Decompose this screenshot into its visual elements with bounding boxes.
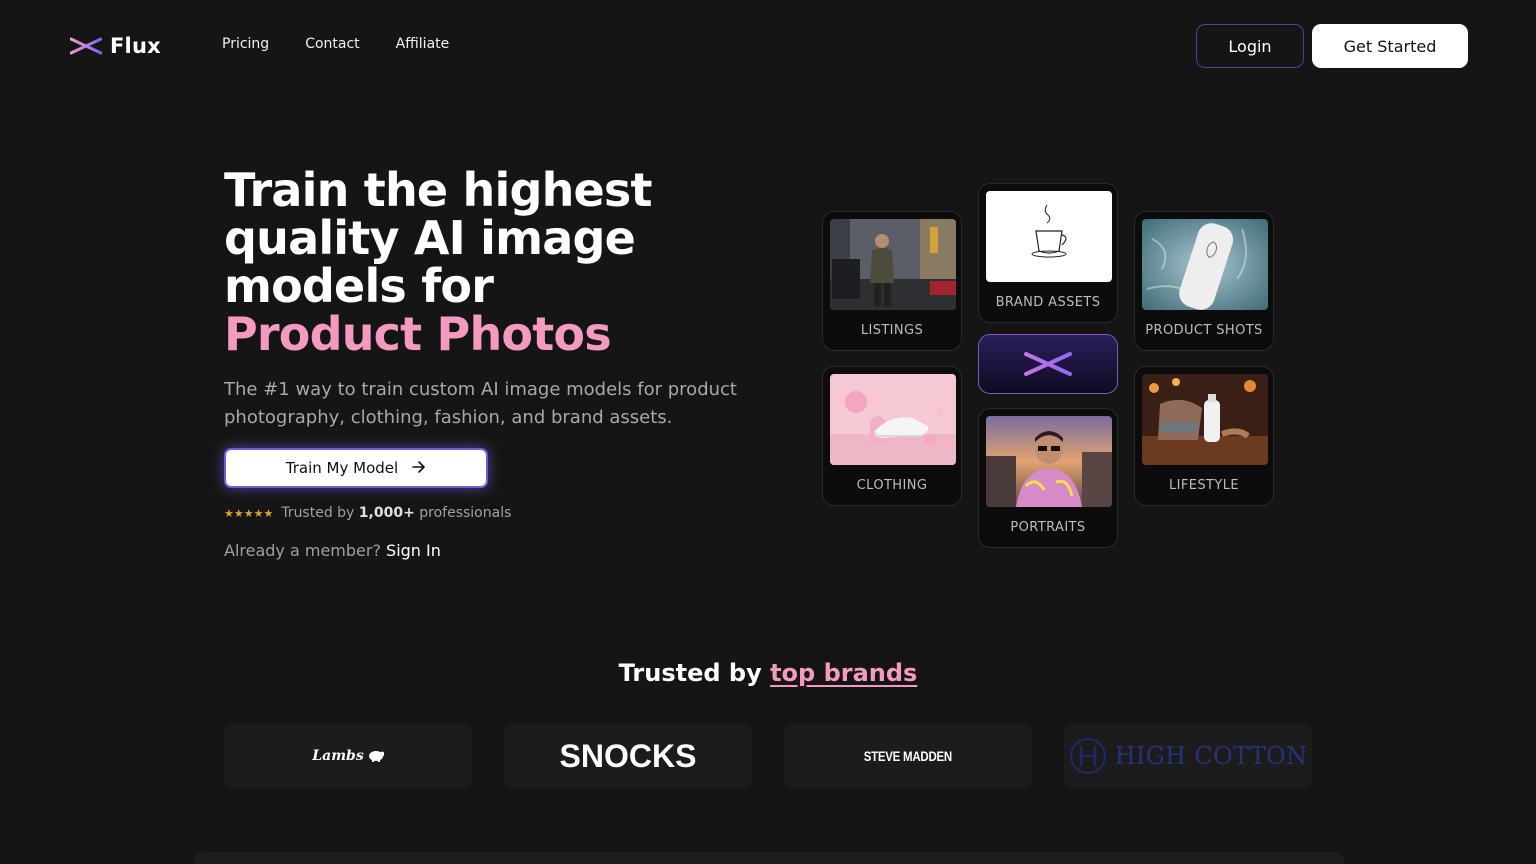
- nav-link-affiliate[interactable]: Affiliate: [396, 36, 450, 52]
- brand-card-high-cotton: HIGH COTTON: [1064, 724, 1312, 788]
- tile-product-shots[interactable]: PRODUCT SHOTS: [1134, 211, 1274, 351]
- sheep-icon: [368, 751, 384, 762]
- tile-portraits[interactable]: PORTRAITS: [978, 408, 1118, 548]
- hero-title-highlight: Product Photos: [224, 307, 612, 361]
- flux-logo-icon: [1024, 352, 1072, 376]
- rating-stars-icon: ★★★★★: [224, 506, 274, 520]
- hero-title: Train the highest quality AI image model…: [224, 166, 784, 358]
- center-logo-tile: [978, 334, 1118, 394]
- brand-card-steve-madden: STEVE MADDEN: [784, 724, 1032, 788]
- hero-title-line1: Train the highest: [224, 163, 653, 217]
- brand-assets-image: [986, 191, 1112, 282]
- sign-in-link[interactable]: Sign In: [386, 541, 441, 560]
- brands-title-prefix: Trusted by: [618, 659, 762, 687]
- brand-name-lambs: Lambs: [312, 748, 364, 764]
- logo-text: Flux: [110, 34, 161, 58]
- brands-title: Trusted by top brands: [0, 659, 1536, 687]
- flux-logo-icon: [70, 37, 102, 55]
- portraits-image: [986, 416, 1112, 507]
- tile-clothing[interactable]: CLOTHING: [822, 366, 962, 506]
- tile-label: LIFESTYLE: [1169, 478, 1239, 493]
- train-button-label: Train My Model: [285, 459, 399, 477]
- member-prompt: Already a member?: [224, 541, 381, 560]
- tile-label: CLOTHING: [856, 478, 928, 493]
- get-started-button[interactable]: Get Started: [1312, 24, 1468, 68]
- nav-link-contact[interactable]: Contact: [305, 36, 359, 52]
- tile-listings[interactable]: LISTINGS: [822, 211, 962, 351]
- tile-label: BRAND ASSETS: [995, 295, 1101, 310]
- nav-links: Pricing Contact Affiliate: [222, 36, 449, 52]
- brand-logo-steve-madden: STEVE MADDEN: [863, 748, 953, 764]
- brand-logo-high-cotton: HIGH COTTON: [1069, 737, 1308, 775]
- trusted-text: Trusted by 1,000+ professionals: [281, 505, 511, 521]
- product-shots-image: [1142, 219, 1268, 310]
- brand-name-high-cotton: HIGH COTTON: [1114, 742, 1308, 770]
- high-cotton-emblem-icon: [1069, 738, 1106, 774]
- brand-card-lambs: Lambs: [224, 724, 472, 788]
- member-line: Already a member? Sign In: [224, 541, 441, 560]
- brand-logo-lambs: Lambs: [312, 748, 384, 764]
- listings-image: [830, 219, 956, 310]
- tile-label: PRODUCT SHOTS: [1145, 323, 1263, 338]
- arrow-right-icon: [412, 459, 426, 477]
- tile-brand-assets[interactable]: BRAND ASSETS: [978, 183, 1118, 323]
- trusted-suffix: professionals: [419, 505, 512, 521]
- lifestyle-image: [1142, 374, 1268, 465]
- hero-title-line2: quality AI image: [224, 211, 636, 265]
- next-section-preview: [194, 852, 1344, 864]
- hero-title-line3: models for: [224, 259, 494, 313]
- trusted-count: 1,000+: [358, 505, 415, 521]
- brand-logo-snocks: SNOCKS: [559, 737, 697, 774]
- clothing-image: [830, 374, 956, 465]
- brand-card-snocks: SNOCKS: [504, 724, 752, 788]
- train-my-model-button[interactable]: Train My Model: [224, 448, 488, 488]
- tile-lifestyle[interactable]: LIFESTYLE: [1134, 366, 1274, 506]
- trusted-prefix: Trusted by: [281, 505, 355, 521]
- trusted-line: ★★★★★ Trusted by 1,000+ professionals: [224, 505, 511, 521]
- login-button[interactable]: Login: [1196, 24, 1304, 68]
- brands-title-highlight: top brands: [770, 659, 918, 687]
- nav-link-pricing[interactable]: Pricing: [222, 36, 269, 52]
- top-nav: Flux Pricing Contact Affiliate Login Get…: [0, 0, 1536, 88]
- hero-subtitle: The #1 way to train custom AI image mode…: [224, 379, 737, 428]
- logo[interactable]: Flux: [70, 32, 161, 60]
- tile-label: PORTRAITS: [1010, 520, 1086, 535]
- tile-label: LISTINGS: [860, 323, 924, 338]
